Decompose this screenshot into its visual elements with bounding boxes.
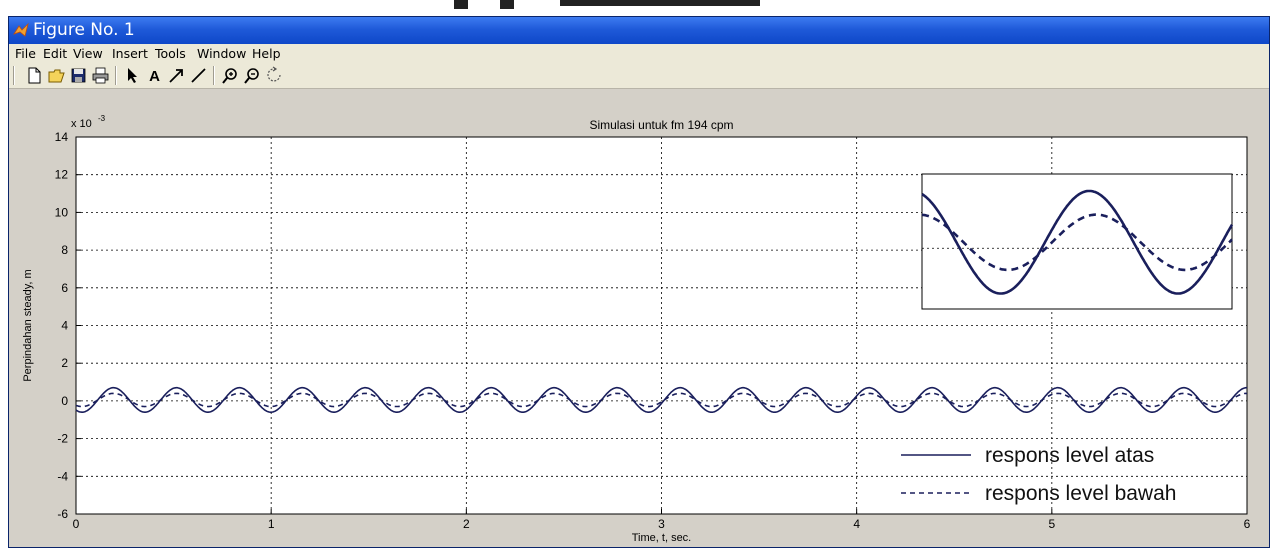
y-exponent-power: -3 bbox=[98, 114, 106, 123]
arrow-select-icon[interactable] bbox=[123, 66, 142, 85]
toolbar-separator bbox=[213, 66, 215, 85]
legend-label-bawah: respons level bawah bbox=[985, 482, 1176, 505]
line-tool-icon[interactable] bbox=[189, 66, 208, 85]
y-tick-label: 8 bbox=[61, 243, 68, 257]
figure-window: Figure No. 1 File Edit View Insert Tools… bbox=[8, 16, 1270, 548]
menu-edit[interactable]: Edit bbox=[43, 46, 67, 61]
axes-layer: 0 1 2 3 4 5 6-6-4-202468101214 bbox=[55, 130, 1251, 531]
y-tick-label: 12 bbox=[55, 168, 69, 182]
figure-canvas: 0 1 2 3 4 5 6 -6 -4 -2 0 2 4 6 8 10 12 14 Simulasi untuk … bbox=[9, 89, 1269, 547]
y-tick-label: 2 bbox=[61, 356, 68, 370]
y-tick-label: 10 bbox=[55, 205, 69, 219]
x-tick-label: 5 bbox=[1048, 517, 1055, 531]
menu-tools[interactable]: Tools bbox=[155, 46, 186, 61]
text-tool-icon[interactable]: A bbox=[145, 66, 164, 85]
x-tick-label: 1 bbox=[268, 517, 275, 531]
x-tick-label: 4 bbox=[853, 517, 860, 531]
caption-fragment bbox=[560, 0, 760, 6]
x-axis-label: Time, t, sec. bbox=[632, 532, 692, 544]
svg-text:A: A bbox=[149, 68, 160, 85]
print-icon[interactable] bbox=[91, 66, 110, 85]
menu-view[interactable]: View bbox=[73, 46, 103, 61]
window-title: Figure No. 1 bbox=[33, 20, 135, 40]
y-exponent-label: x 10 bbox=[71, 118, 92, 130]
save-icon[interactable] bbox=[69, 66, 88, 85]
caption-fragment bbox=[500, 0, 514, 9]
menu-insert[interactable]: Insert bbox=[112, 46, 148, 61]
x-tick-label: 2 bbox=[463, 517, 470, 531]
y-tick-label: -2 bbox=[57, 432, 68, 446]
y-axis-label: Perpindahan steady, m bbox=[22, 269, 34, 381]
menu-bar: File Edit View Insert Tools Window Help bbox=[9, 44, 1269, 63]
y-tick-label: 6 bbox=[61, 281, 68, 295]
legend-label-atas: respons level atas bbox=[985, 444, 1154, 467]
y-tick-label: -6 bbox=[57, 507, 68, 521]
y-tick-label: 14 bbox=[55, 130, 69, 144]
x-tick-label: 3 bbox=[658, 517, 665, 531]
arrow-tool-icon[interactable] bbox=[167, 66, 186, 85]
toolbar-separator bbox=[115, 66, 117, 85]
menu-help[interactable]: Help bbox=[252, 46, 281, 61]
y-tick-label: -4 bbox=[57, 469, 68, 483]
plot-svg: 0 1 2 3 4 5 6-6-4-202468101214 Simulasi untuk … bbox=[22, 114, 1251, 544]
matlab-icon bbox=[13, 22, 29, 37]
new-file-icon[interactable] bbox=[25, 66, 44, 85]
open-folder-icon[interactable] bbox=[47, 66, 66, 85]
x-tick-label: 0 bbox=[73, 517, 80, 531]
chart-title: Simulasi untuk fm 194 cpm bbox=[589, 118, 733, 132]
menu-file[interactable]: File bbox=[15, 46, 36, 61]
caption-fragment bbox=[454, 0, 468, 9]
x-tick-label: 6 bbox=[1244, 517, 1251, 531]
title-bar[interactable]: Figure No. 1 bbox=[9, 17, 1269, 44]
toolbar-grip bbox=[13, 66, 15, 85]
y-tick-label: 4 bbox=[61, 319, 68, 333]
menu-window[interactable]: Window bbox=[197, 46, 246, 61]
y-tick-label: 0 bbox=[61, 394, 68, 408]
zoom-in-icon[interactable] bbox=[221, 66, 240, 85]
toolbar: A bbox=[9, 63, 1269, 89]
zoom-out-icon[interactable] bbox=[243, 66, 262, 85]
rotate-icon[interactable] bbox=[265, 66, 284, 85]
